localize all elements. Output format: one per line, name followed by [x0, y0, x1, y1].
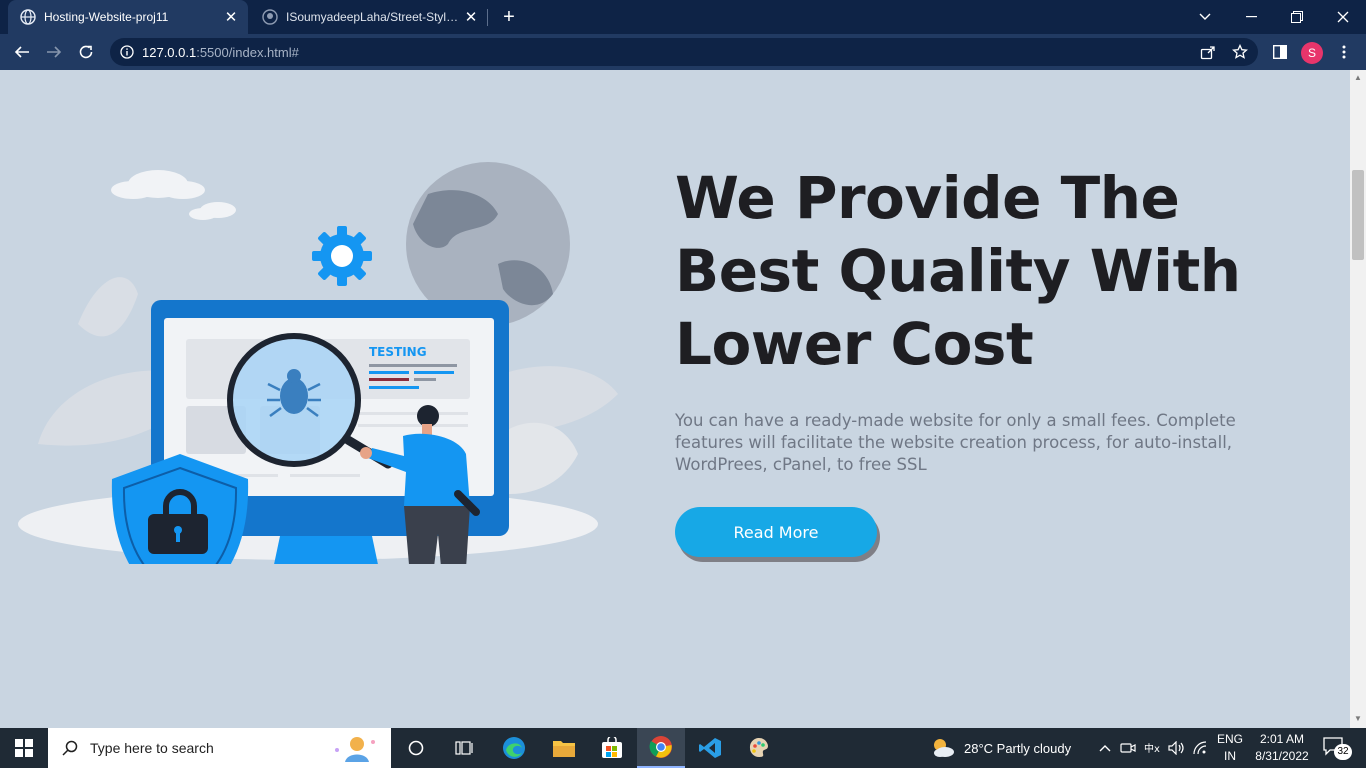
reload-button[interactable]	[72, 38, 100, 66]
screen-line-shape	[369, 378, 409, 381]
minimize-button[interactable]	[1228, 0, 1274, 34]
tab-title: ISoumyadeepLaha/Street-Style-L	[286, 10, 460, 24]
vscode-icon[interactable]	[686, 728, 734, 768]
meet-camera-icon[interactable]	[1118, 728, 1138, 768]
reload-icon	[79, 45, 93, 59]
store-icon[interactable]	[588, 728, 636, 768]
cortana-icon[interactable]	[392, 728, 440, 768]
menu-kebab-icon[interactable]	[1334, 42, 1354, 62]
gear-icon	[312, 226, 372, 286]
windows-logo-icon	[15, 739, 33, 757]
testing-label: TESTING	[369, 345, 427, 359]
profile-avatar[interactable]: S	[1301, 42, 1323, 64]
url-path: :5500/index.html#	[196, 45, 299, 60]
hero-title-line: We Provide The	[675, 164, 1180, 232]
hero-illustration: TESTING	[18, 162, 618, 564]
monitor-stand-shape	[274, 536, 378, 564]
close-tab-icon[interactable]: ✕	[220, 6, 242, 28]
search-icon	[62, 740, 78, 756]
start-button[interactable]	[0, 728, 48, 768]
weather-text: 28°C Partly cloudy	[964, 740, 1072, 756]
language-line: ENG	[1216, 732, 1243, 746]
windows-taskbar: Type here to search 28°C Partly cloudy 中…	[0, 728, 1366, 768]
network-icon[interactable]	[1190, 728, 1212, 768]
tab-title: Hosting-Website-proj11	[44, 10, 169, 24]
search-highlight-icon	[335, 737, 375, 762]
leaf-shape	[78, 277, 138, 337]
close-tab-icon[interactable]: ✕	[460, 6, 482, 28]
back-button[interactable]	[8, 38, 36, 66]
cloud-shape	[111, 170, 236, 220]
search-placeholder: Type here to search	[90, 740, 214, 756]
notification-center-button[interactable]: 32	[1322, 736, 1352, 760]
chevron-up-icon[interactable]	[1096, 728, 1114, 768]
partly-cloudy-icon	[934, 739, 954, 757]
arrow-left-icon	[14, 46, 29, 58]
tab-github-repo[interactable]: ISoumyadeepLaha/Street-Style-L ✕	[250, 0, 488, 34]
edge-icon[interactable]	[490, 728, 538, 768]
screen-line-shape	[369, 386, 419, 389]
page-scrollbar[interactable]: ▲ ▼	[1350, 70, 1366, 728]
language-line: IN	[1224, 749, 1236, 763]
screen-line-shape	[369, 364, 457, 367]
browser-toolbar: 127.0.0.1:5500/index.html# S	[0, 34, 1366, 70]
hero-title: We Provide The Best Quality With Lower C…	[675, 162, 1315, 381]
ime-icon[interactable]: 中x	[1142, 728, 1164, 768]
paint-icon[interactable]	[735, 728, 783, 768]
volume-icon[interactable]	[1166, 728, 1188, 768]
tab-separator	[487, 9, 488, 26]
svg-text:中x: 中x	[1144, 742, 1160, 755]
weather-widget[interactable]: 28°C Partly cloudy	[930, 728, 1090, 768]
browser-tab-strip: Hosting-Website-proj11 ✕ ISoumyadeepLaha…	[0, 0, 1366, 34]
new-tab-button[interactable]: +	[497, 5, 521, 29]
scroll-down-icon[interactable]: ▼	[1353, 714, 1363, 724]
github-icon	[262, 9, 278, 25]
hero-title-line: Best Quality With	[675, 237, 1241, 305]
close-window-button[interactable]	[1320, 0, 1366, 34]
tab-search-chevron-icon[interactable]	[1182, 0, 1228, 34]
screen-line-shape	[414, 371, 454, 374]
restore-button[interactable]	[1274, 0, 1320, 34]
system-clock[interactable]: 2:01 AM 8/31/2022	[1246, 731, 1318, 765]
scrollbar-thumb[interactable]	[1352, 170, 1364, 260]
read-more-button[interactable]: Read More	[675, 507, 877, 557]
file-explorer-icon[interactable]	[540, 728, 588, 768]
side-panel-icon[interactable]	[1270, 42, 1290, 62]
screen-line-shape	[358, 412, 468, 415]
clock-time: 2:01 AM	[1259, 732, 1305, 746]
hero-description: You can have a ready-made website for on…	[675, 411, 1236, 474]
task-view-icon[interactable]	[440, 728, 488, 768]
screen-line-shape	[414, 378, 436, 381]
url-text: 127.0.0.1:5500/index.html#	[142, 45, 299, 60]
clock-date: 8/31/2022	[1255, 749, 1309, 763]
url-host: 127.0.0.1	[142, 45, 197, 60]
screen-line-shape	[290, 474, 360, 477]
arrow-right-icon	[47, 46, 62, 58]
taskbar-search-box[interactable]: Type here to search	[48, 728, 391, 768]
globe-icon	[20, 9, 36, 25]
site-info-icon[interactable]	[120, 45, 134, 59]
screen-line-shape	[358, 424, 468, 427]
tab-hosting-website[interactable]: Hosting-Website-proj11 ✕	[8, 0, 248, 34]
notification-count: 32	[1334, 744, 1352, 760]
address-bar[interactable]: 127.0.0.1:5500/index.html#	[110, 38, 1258, 66]
language-indicator[interactable]: ENG IN	[1214, 731, 1246, 765]
bookmark-star-icon[interactable]	[1232, 44, 1248, 60]
share-icon[interactable]	[1200, 44, 1216, 60]
screen-line-shape	[369, 371, 409, 374]
chrome-icon[interactable]	[637, 728, 685, 768]
forward-button[interactable]	[40, 38, 68, 66]
hero-title-line: Lower Cost	[675, 310, 1034, 378]
page-viewport: TESTING We Provide The Best Quality With…	[0, 70, 1350, 728]
scroll-up-icon[interactable]: ▲	[1353, 73, 1363, 83]
